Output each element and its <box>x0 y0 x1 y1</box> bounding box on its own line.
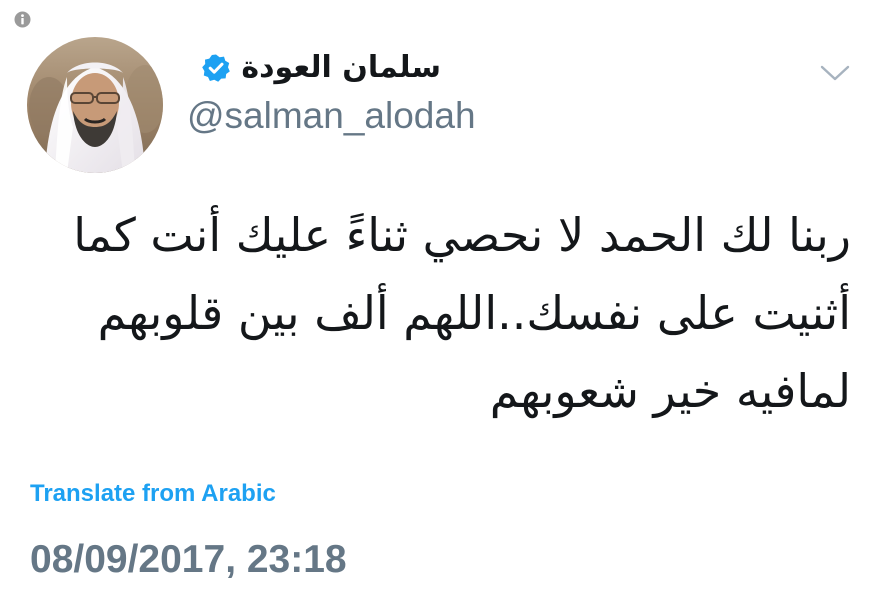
verified-badge-icon <box>202 54 231 82</box>
avatar-image <box>27 37 163 173</box>
avatar[interactable] <box>27 37 163 173</box>
tweet-card: سلمان العودة @salman_alodah ربنا لك الحم… <box>0 0 875 598</box>
info-icon[interactable] <box>14 11 31 28</box>
author-display-name[interactable]: سلمان العودة <box>241 48 441 88</box>
chevron-down-icon[interactable] <box>819 63 851 83</box>
author-name-row[interactable]: سلمان العودة <box>201 48 441 88</box>
tweet-text: ربنا لك الحمد لا نحصي ثناءً عليك أنت كما… <box>73 208 851 418</box>
translate-link[interactable]: Translate from Arabic <box>30 478 276 510</box>
tweet-timestamp[interactable]: 08/09/2017, 23:18 <box>30 536 347 584</box>
author-handle[interactable]: @salman_alodah <box>187 94 476 138</box>
